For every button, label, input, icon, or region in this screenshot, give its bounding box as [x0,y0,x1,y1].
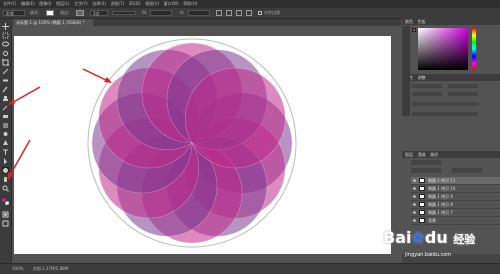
eye-icon[interactable] [413,179,416,182]
layer-thumbnail [419,186,425,191]
properties-panel-tabs: 属性 调整 [402,74,500,81]
layer-name: 椭圆 1 拷贝 9 [428,194,453,199]
arrow-to-color-swatch [8,139,31,180]
arrow-to-circle [82,68,112,83]
tab-paths[interactable]: 路径 [430,151,438,158]
blend-mode-select[interactable] [411,168,441,173]
layer-name: 椭圆 1 拷贝 8 [428,202,453,207]
layer-thumbnail [419,210,425,215]
eye-icon[interactable] [413,203,416,206]
property-corner-row[interactable] [412,112,478,116]
tab-adjustments[interactable]: 调整 [418,74,426,81]
layer-thumbnail [419,194,425,199]
color-panel-tabs: 颜色 色板 [402,18,500,25]
hue-slider[interactable] [472,28,476,70]
layer-filter-select[interactable] [411,160,441,165]
layer-name: 椭圆 1 拷贝 10 [428,186,456,191]
eye-icon[interactable] [413,195,416,198]
zoom-level[interactable]: 100% [12,266,23,271]
baidu-sub: 经验 [453,233,476,246]
baidu-brand: Bai [383,228,412,247]
eye-icon[interactable] [413,187,416,190]
layers-panel-tabs: 图层 通道 路径 [402,151,500,158]
property-stroke-row[interactable] [412,102,478,106]
document-info: 文档:1.37M/5.88M [32,266,69,271]
layer-row[interactable]: 椭圆 1 拷贝 7 [411,209,500,217]
baidu-logo: Bai❀du 经验 [383,228,475,247]
opacity-field[interactable] [452,168,482,173]
baidu-url: jingyan.baidu.com [405,252,452,258]
tab-channels[interactable]: 通道 [418,151,426,158]
layer-thumbnail [419,178,425,183]
eye-icon[interactable] [413,219,416,222]
baidu-brand2: du [424,228,448,247]
layer-row[interactable]: 椭圆 1 拷贝 9 [411,193,500,201]
tab-swatches[interactable]: 色板 [418,18,426,25]
eye-icon[interactable] [413,211,416,214]
layer-name: 背景 [428,218,436,223]
property-field-y[interactable] [448,92,478,96]
layer-row[interactable]: 椭圆 1 拷贝 8 [411,201,500,209]
status-bar: 100% 文档:1.37M/5.88M [0,263,500,274]
layer-row[interactable]: 椭圆 1 拷贝 11 [411,177,500,185]
layer-name: 椭圆 1 拷贝 11 [428,178,456,183]
paw-icon: ❀ [411,228,425,247]
tab-layers[interactable]: 图层 [405,151,413,158]
layer-thumbnail [419,202,425,207]
layer-row[interactable]: 背景 [411,217,500,225]
panel-icon-strip [402,26,410,116]
right-panel-dock: 颜色 色板 属性 调整 图层 通道 路径 [402,18,500,263]
property-field-h[interactable] [448,84,478,88]
property-field-x[interactable] [412,92,442,96]
arrow-to-ellipse-tool [8,86,41,105]
property-field-w[interactable] [412,84,442,88]
tab-color[interactable]: 颜色 [405,18,413,25]
panel-foreground-swatch[interactable] [412,28,416,32]
layer-name: 椭圆 1 拷贝 7 [428,210,453,215]
layer-row[interactable]: 椭圆 1 拷贝 10 [411,185,500,193]
color-picker-field[interactable] [418,28,468,70]
layer-thumbnail [419,218,425,223]
